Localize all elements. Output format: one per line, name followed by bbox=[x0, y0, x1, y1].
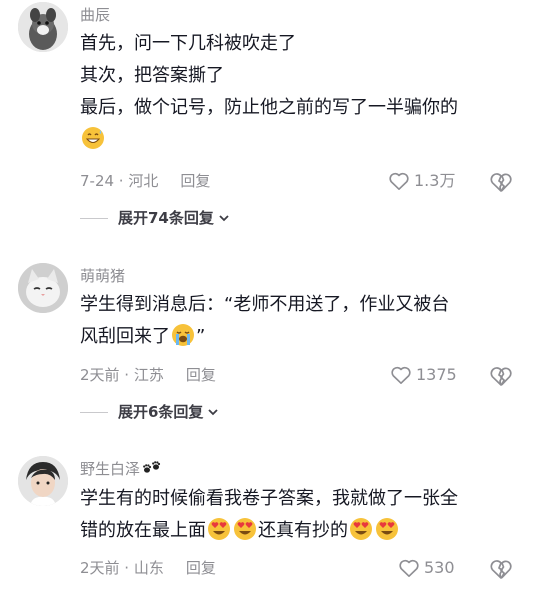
broken-heart-icon[interactable] bbox=[489, 364, 513, 388]
broken-heart-icon[interactable] bbox=[489, 170, 513, 194]
divider bbox=[80, 217, 108, 219]
expand-replies-label: 展开74条回复 bbox=[118, 209, 214, 227]
reply-button[interactable]: 回复 bbox=[180, 172, 210, 190]
comment-meta: 7-24 · 河北 回复 bbox=[80, 171, 210, 191]
like-count: 1375 bbox=[416, 365, 457, 384]
heart-eyes-emoji bbox=[234, 518, 256, 540]
comment-line: 风刮回来了 ” bbox=[80, 321, 520, 353]
chevron-down-icon bbox=[208, 409, 219, 416]
comment-meta: 2天前 · 江苏 回复 bbox=[80, 365, 216, 385]
comment-line: 学生得到消息后：“老师不用送了，作业又被台 bbox=[80, 294, 450, 315]
comment-line bbox=[80, 124, 520, 156]
comment-line: 其次，把答案撕了 bbox=[80, 65, 224, 86]
username-text: 野生白泽 bbox=[80, 460, 141, 478]
heart-outline-icon bbox=[399, 559, 419, 577]
comment-line-part: 风刮回来了 bbox=[80, 326, 170, 347]
avatar[interactable] bbox=[18, 456, 68, 506]
comment-text: 学生有的时候偷看我卷子答案，我就做了一张全 错的放在最上面 还真有抄的 bbox=[80, 483, 520, 547]
expand-replies-label: 展开6条回复 bbox=[118, 403, 204, 421]
comment-text: 学生得到消息后：“老师不用送了，作业又被台 风刮回来了 ” bbox=[80, 289, 520, 353]
comment-text: 首先，问一下几科被吹走了 其次，把答案撕了 最后，做个记号，防止他之前的写了一半… bbox=[80, 28, 520, 156]
date-location: 2天前 · 山东 bbox=[80, 559, 164, 577]
comment-line: 学生有的时候偷看我卷子答案，我就做了一张全 bbox=[80, 488, 458, 509]
grinning-sweat-emoji bbox=[82, 127, 104, 149]
comment-line-part: 错的放在最上面 bbox=[80, 520, 206, 541]
divider bbox=[80, 411, 108, 413]
username[interactable]: 萌萌猪 bbox=[80, 266, 125, 286]
heart-outline-icon bbox=[389, 172, 409, 190]
reply-button[interactable]: 回复 bbox=[186, 366, 216, 384]
like-count: 530 bbox=[424, 558, 455, 577]
comment-line: 首先，问一下几科被吹走了 bbox=[80, 33, 296, 54]
loudly-crying-emoji bbox=[172, 324, 194, 346]
username[interactable]: 曲辰 bbox=[80, 5, 110, 25]
paw-prints-icon bbox=[143, 461, 161, 473]
comment-line: 错的放在最上面 还真有抄的 bbox=[80, 515, 520, 547]
reply-button[interactable]: 回复 bbox=[186, 559, 216, 577]
chevron-down-icon bbox=[219, 215, 229, 222]
like-button[interactable]: 1.3万 bbox=[388, 170, 455, 192]
expand-replies-button[interactable]: 展开6条回复 bbox=[80, 402, 220, 422]
date-location: 7-24 · 河北 bbox=[80, 172, 159, 190]
comment-line-part: ” bbox=[196, 326, 206, 347]
date-location: 2天前 · 江苏 bbox=[80, 366, 164, 384]
like-count: 1.3万 bbox=[414, 171, 456, 190]
broken-heart-icon[interactable] bbox=[489, 557, 513, 581]
comment-line: 最后，做个记号，防止他之前的写了一半骗你的 bbox=[80, 97, 458, 118]
heart-eyes-emoji bbox=[208, 518, 230, 540]
avatar[interactable] bbox=[18, 263, 68, 313]
expand-replies-button[interactable]: 展开74条回复 bbox=[80, 208, 231, 228]
heart-outline-icon bbox=[391, 366, 411, 384]
avatar[interactable] bbox=[18, 2, 68, 52]
comment-line-part: 还真有抄的 bbox=[258, 520, 348, 541]
username[interactable]: 野生白泽 bbox=[80, 459, 162, 479]
heart-eyes-emoji bbox=[350, 518, 372, 540]
comment-meta: 2天前 · 山东 回复 bbox=[80, 558, 216, 578]
heart-eyes-emoji bbox=[376, 518, 398, 540]
like-button[interactable]: 530 bbox=[398, 557, 455, 579]
like-button[interactable]: 1375 bbox=[390, 364, 457, 386]
